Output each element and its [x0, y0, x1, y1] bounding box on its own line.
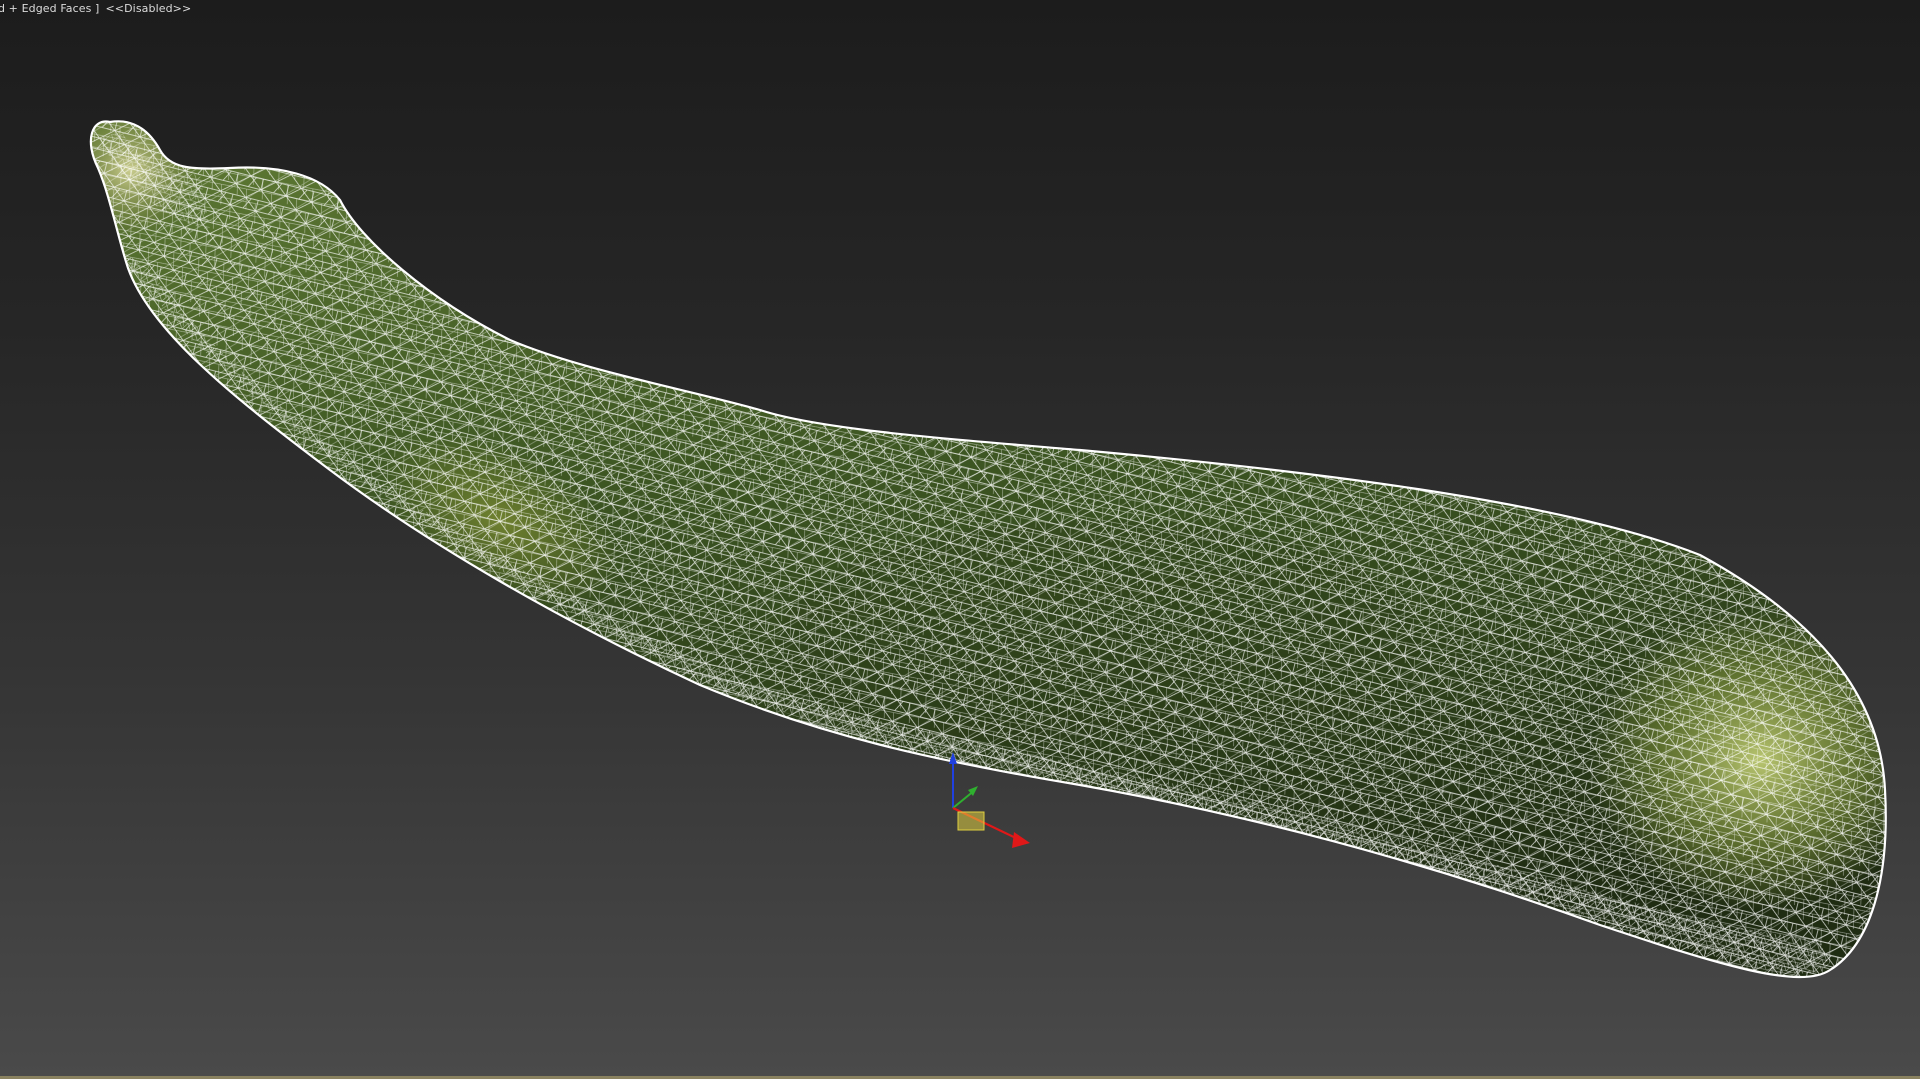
zucchini-model[interactable]	[0, 0, 1920, 1079]
scene-canvas[interactable]	[0, 0, 1920, 1079]
pivot-plane	[957, 811, 985, 831]
3d-viewport[interactable]: d + Edged Faces ] <<Disabled>>	[0, 0, 1920, 1079]
